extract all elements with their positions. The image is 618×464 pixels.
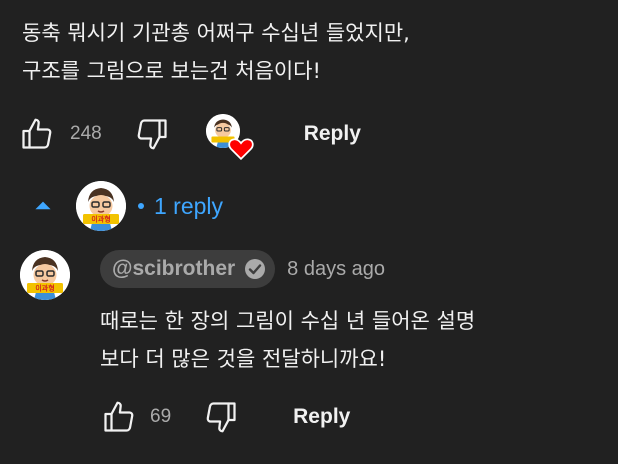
reply-reply-button[interactable]: Reply <box>293 405 350 429</box>
reply-like-button[interactable] <box>100 397 138 437</box>
like-count: 248 <box>70 123 102 144</box>
comment-text-line-1: 동축 뭐시기 기관총 어쩌구 수십년 들었지만, <box>22 21 410 45</box>
reply-dislike-button[interactable] <box>201 397 241 437</box>
reply-author-avatar-small: 이과형 <box>76 181 126 231</box>
dislike-button[interactable] <box>132 114 172 154</box>
comment-text: 동축 뭐시기 기관총 어쩌구 수십년 들었지만, 구조를 그림으로 보는건 처음… <box>22 14 607 90</box>
author-handle-chip[interactable]: @scibrother <box>100 250 276 288</box>
reply-header: @scibrother 8 days ago <box>100 250 385 288</box>
reply-action-bar: 69 Reply <box>100 397 350 437</box>
comment-action-bar: 248 Reply <box>18 114 361 160</box>
reply-text-line-1: 때로는 한 장의 그림이 수십 년 들어온 설명 <box>100 309 476 333</box>
reply-author-avatar[interactable]: 이과형 <box>20 250 70 300</box>
like-button[interactable] <box>18 114 56 154</box>
reply-text: 때로는 한 장의 그림이 수십 년 들어온 설명 보다 더 많은 것을 전달하니… <box>100 302 600 378</box>
author-handle: @scibrother <box>112 257 236 280</box>
comment-text-line-2: 구조를 그림으로 보는건 처음이다! <box>22 59 321 83</box>
thumbs-up-icon <box>22 118 52 149</box>
thumbs-down-icon <box>206 402 236 433</box>
avatar-badge-text: 이과형 <box>35 284 54 293</box>
replies-count-label: 1 reply <box>154 192 224 219</box>
separator-dot <box>138 203 144 209</box>
verified-check-icon <box>245 259 266 279</box>
avatar-badge-text: 이과형 <box>91 215 110 224</box>
reply-like-count: 69 <box>150 406 172 427</box>
chevron-up-icon <box>35 201 51 210</box>
replies-toggle[interactable]: 이과형 1 reply <box>30 180 223 232</box>
reply-button[interactable]: Reply <box>304 122 361 146</box>
reply-timestamp[interactable]: 8 days ago <box>287 258 385 281</box>
creator-heart <box>205 114 254 160</box>
reply-text-line-2: 보다 더 많은 것을 전달하니까요! <box>100 347 387 371</box>
heart-icon <box>228 138 254 160</box>
thumbs-down-icon <box>137 119 167 150</box>
thumbs-up-icon <box>104 401 134 432</box>
